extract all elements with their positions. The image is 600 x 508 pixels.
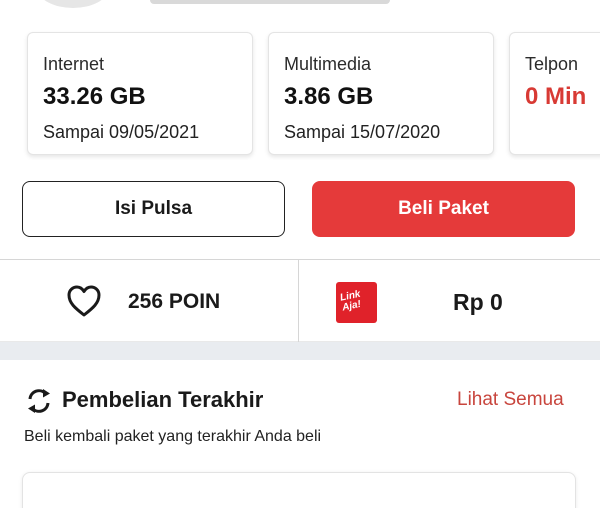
linkaja-logo: Link Aja! xyxy=(336,282,377,323)
quota-card-label: Internet xyxy=(43,54,105,74)
heart-icon xyxy=(67,285,101,317)
profile-number-text xyxy=(150,0,390,4)
rewards-row: 256 POIN xyxy=(0,259,600,343)
linkaja-balance[interactable]: Rp 0 xyxy=(453,289,503,316)
lihat-semua-link[interactable]: Lihat Semua xyxy=(457,389,564,411)
quota-card-label: Telpon xyxy=(525,54,579,74)
quota-card-label: Multimedia xyxy=(284,54,372,74)
section-separator xyxy=(0,342,600,360)
quota-card-value: 33.26 GB xyxy=(43,83,146,110)
profile-header-strip xyxy=(0,0,600,14)
isi-pulsa-button[interactable]: Isi Pulsa xyxy=(22,181,285,237)
quota-card-expiry: Sampai 09/05/2021 xyxy=(43,122,200,142)
quota-card-expiry: Sampai 15/07/2020 xyxy=(284,122,441,142)
quota-card-value: 0 Min xyxy=(525,83,587,110)
linkaja-logo-text: Link Aja! xyxy=(339,288,362,314)
quota-card-internet[interactable]: Internet 33.26 GB Sampai 09/05/2021 xyxy=(27,32,253,155)
recent-purchase-card[interactable] xyxy=(22,472,576,508)
quota-card-value: 3.86 GB xyxy=(284,83,374,110)
refresh-icon xyxy=(28,389,50,413)
quota-card-carousel[interactable]: Internet 33.26 GB Sampai 09/05/2021 Mult… xyxy=(0,30,600,160)
section-title: Pembelian Terakhir xyxy=(62,387,264,412)
quota-card-telpon[interactable]: Telpon 0 Min xyxy=(509,32,600,155)
rewards-divider xyxy=(298,260,299,343)
points-value[interactable]: 256 POIN xyxy=(128,290,220,314)
quota-card-multimedia[interactable]: Multimedia 3.86 GB Sampai 15/07/2020 xyxy=(268,32,494,155)
beli-paket-button[interactable]: Beli Paket xyxy=(312,181,575,237)
section-subtitle: Beli kembali paket yang terakhir Anda be… xyxy=(24,428,322,445)
avatar xyxy=(38,0,108,8)
